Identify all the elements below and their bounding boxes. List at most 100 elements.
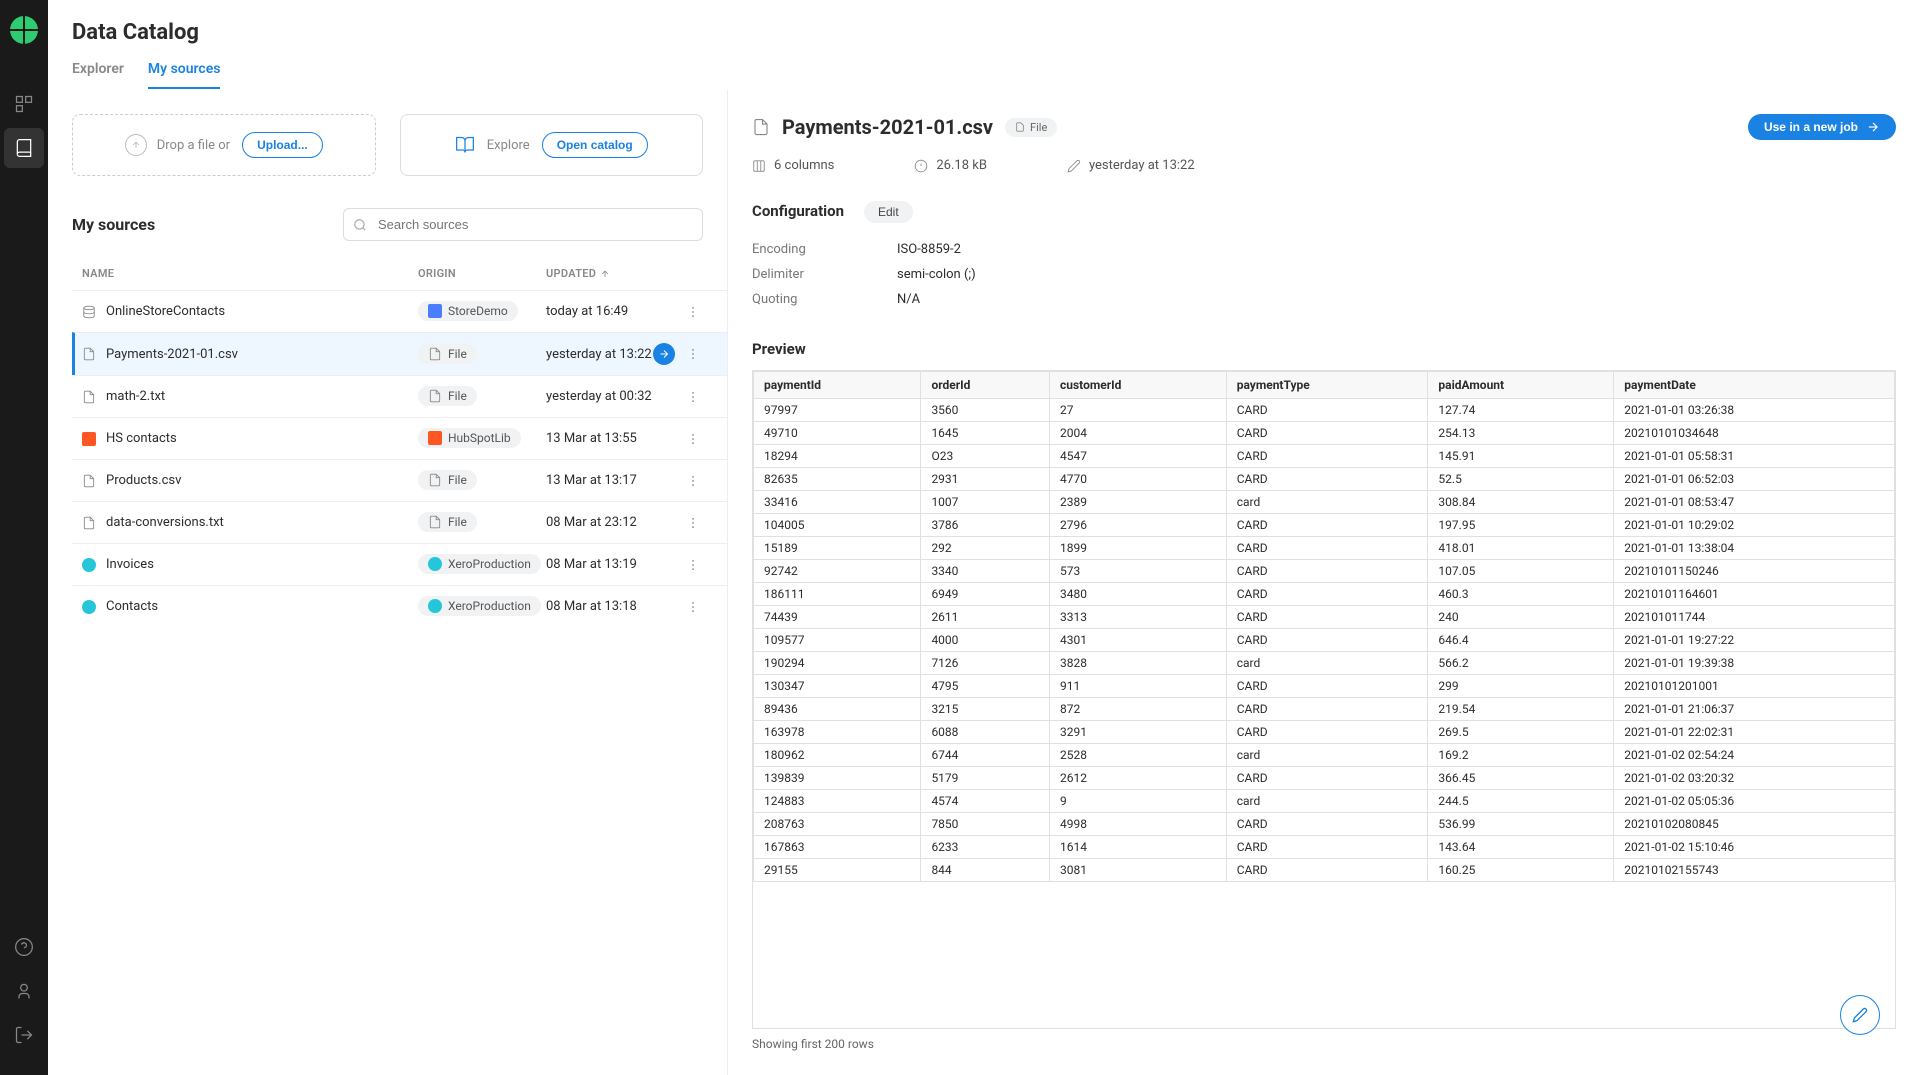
database-icon	[82, 305, 96, 319]
col-name[interactable]: NAME	[82, 267, 418, 280]
xero-icon	[82, 558, 96, 572]
preview-title: Preview	[752, 340, 1896, 358]
preview-header: paidAmount	[1428, 372, 1614, 399]
file-icon	[82, 390, 96, 404]
source-name: OnlineStoreContacts	[106, 304, 225, 319]
detail-name: Payments-2021-01.csv	[782, 115, 993, 139]
updated-text: 08 Mar at 23:12	[546, 515, 637, 530]
sources-title: My sources	[72, 215, 155, 234]
preview-header: orderId	[921, 372, 1050, 399]
user-icon[interactable]	[4, 971, 44, 1011]
configuration-section: Configuration Edit EncodingISO-8859-2Del…	[752, 201, 1912, 340]
preview-table: paymentIdorderIdcustomerIdpaymentTypepai…	[753, 371, 1895, 882]
table-row[interactable]: HS contactsHubSpotLib13 Mar at 13:55	[72, 417, 727, 459]
edit-fab-button[interactable]	[1840, 995, 1880, 1035]
drop-file-area[interactable]: Drop a file or Upload...	[72, 114, 376, 176]
table-row[interactable]: OnlineStoreContacts StoreDemo today at 16:…	[72, 290, 727, 332]
logo	[10, 16, 38, 44]
origin-badge: File	[418, 512, 477, 532]
help-icon[interactable]	[4, 927, 44, 967]
source-name: Payments-2021-01.csv	[106, 347, 238, 362]
search-box	[343, 208, 703, 241]
preview-row: 8263529314770CARD52.52021-01-01 06:52:03	[754, 468, 1895, 491]
config-row: QuotingN/A	[752, 287, 1912, 312]
table-row[interactable]: Products.csvFile13 Mar at 13:17	[72, 459, 727, 501]
preview-header: paymentId	[754, 372, 921, 399]
table-row[interactable]: data-conversions.txtFile08 Mar at 23:12	[72, 501, 727, 543]
more-button[interactable]	[683, 429, 703, 449]
origin-badge: StoreDemo	[418, 301, 518, 321]
updated-text: 08 Mar at 13:18	[546, 599, 637, 614]
explore-area: Explore Open catalog	[400, 114, 704, 176]
xero-icon	[428, 599, 442, 613]
tab-explorer[interactable]: Explorer	[72, 61, 124, 89]
config-title: Configuration	[752, 202, 844, 220]
preview-row: 12488345749card244.52021-01-02 05:05:36	[754, 790, 1895, 813]
table-row[interactable]: ContactsXeroProduction08 Mar at 13:18	[72, 585, 727, 627]
file-icon	[752, 118, 770, 136]
drop-text: Drop a file or	[157, 138, 230, 153]
preview-row: 927423340573CARD107.0520210101150246	[754, 560, 1895, 583]
more-button[interactable]	[683, 555, 703, 575]
open-catalog-button[interactable]: Open catalog	[542, 132, 648, 158]
sources-panel: Drop a file or Upload... Explore Open ca…	[48, 90, 728, 1075]
meta-columns: 6 columns	[752, 158, 834, 173]
meta-modified: yesterday at 13:22	[1067, 158, 1195, 173]
updated-text: yesterday at 13:22	[546, 347, 652, 362]
file-icon	[428, 515, 442, 529]
origin-badge: HubSpotLib	[418, 428, 521, 448]
source-name: Products.csv	[106, 473, 181, 488]
logout-icon[interactable]	[4, 1015, 44, 1055]
file-icon	[82, 347, 96, 361]
xero-icon	[428, 557, 442, 571]
tabs: Explorer My sources	[72, 61, 1896, 90]
search-icon	[353, 218, 367, 232]
upload-button[interactable]: Upload...	[242, 132, 323, 158]
use-in-new-job-button[interactable]: Use in a new job	[1748, 114, 1896, 140]
preview-row: 894363215872CARD219.542021-01-01 21:06:3…	[754, 698, 1895, 721]
origin-badge: File	[418, 386, 477, 406]
col-origin[interactable]: ORIGIN	[418, 267, 546, 280]
preview-header: paymentDate	[1614, 372, 1895, 399]
hubspot-icon	[82, 432, 96, 446]
source-name: HS contacts	[106, 431, 177, 446]
file-icon	[428, 389, 442, 403]
source-name: math-2.txt	[106, 389, 165, 404]
origin-badge: File	[418, 344, 477, 364]
more-button[interactable]	[683, 302, 703, 322]
col-updated[interactable]: UPDATED	[546, 267, 655, 280]
edit-button[interactable]: Edit	[864, 201, 913, 223]
page-title: Data Catalog	[72, 20, 1896, 45]
preview-header: paymentType	[1226, 372, 1428, 399]
table-row[interactable]: Payments-2021-01.csv File yesterday at 13:…	[72, 332, 727, 375]
updated-text: today at 16:49	[546, 304, 628, 319]
more-button[interactable]	[683, 387, 703, 407]
nav-catalog-icon[interactable]	[4, 128, 44, 168]
xero-icon	[82, 600, 96, 614]
preview-table-scroll[interactable]: paymentIdorderIdcustomerIdpaymentTypepai…	[752, 370, 1896, 1029]
file-tag: File	[1005, 118, 1057, 137]
file-icon	[428, 347, 442, 361]
hubspot-icon	[428, 431, 442, 445]
nav-jobs-icon[interactable]	[4, 84, 44, 124]
preview-row: 20876378504998CARD536.9920210102080845	[754, 813, 1895, 836]
table-row[interactable]: math-2.txtFileyesterday at 00:32	[72, 375, 727, 417]
preview-row: 151892921899CARD418.012021-01-01 13:38:0…	[754, 537, 1895, 560]
preview-row: 97997356027CARD127.742021-01-01 03:26:38	[754, 399, 1895, 422]
more-button[interactable]	[683, 597, 703, 617]
preview-row: 1303474795911CARD29920210101201001	[754, 675, 1895, 698]
config-row: Delimitersemi-colon (;)	[752, 262, 1912, 287]
book-icon	[455, 135, 475, 155]
updated-text: 08 Mar at 13:19	[546, 557, 637, 572]
tab-my-sources[interactable]: My sources	[148, 61, 221, 89]
preview-row: 16786362331614CARD143.642021-01-02 15:10…	[754, 836, 1895, 859]
file-icon	[428, 473, 442, 487]
table-row[interactable]: InvoicesXeroProduction08 Mar at 13:19	[72, 543, 727, 585]
more-button[interactable]	[683, 513, 703, 533]
search-input[interactable]	[343, 208, 703, 241]
open-arrow-button[interactable]	[653, 343, 675, 365]
more-button[interactable]	[683, 471, 703, 491]
file-icon	[82, 474, 96, 488]
more-button[interactable]	[683, 344, 703, 364]
config-row: EncodingISO-8859-2	[752, 237, 1912, 262]
